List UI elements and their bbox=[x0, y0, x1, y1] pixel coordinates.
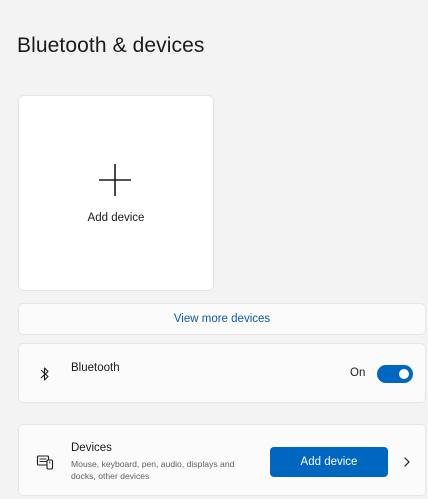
page-title: Bluetooth & devices bbox=[17, 34, 205, 57]
chevron-right-icon[interactable] bbox=[402, 456, 412, 468]
plus-icon bbox=[97, 162, 133, 198]
devices-subtitle: Mouse, keyboard, pen, audio, displays an… bbox=[71, 459, 235, 481]
bluetooth-icon bbox=[36, 365, 54, 383]
devices-title: Devices bbox=[71, 442, 112, 454]
bluetooth-toggle-label: On bbox=[350, 367, 366, 379]
add-device-tile-label: Add device bbox=[87, 212, 145, 224]
view-more-devices-button[interactable]: View more devices bbox=[18, 303, 426, 335]
settings-page: Bluetooth & devices Add device View more… bbox=[0, 0, 428, 499]
view-more-devices-label: View more devices bbox=[173, 313, 271, 325]
bluetooth-title: Bluetooth bbox=[71, 362, 120, 374]
add-device-button-label: Add device bbox=[300, 456, 358, 468]
add-device-button[interactable]: Add device bbox=[270, 447, 388, 477]
toggle-knob bbox=[399, 369, 409, 379]
devices-icon bbox=[36, 453, 54, 471]
devices-row[interactable]: Devices Mouse, keyboard, pen, audio, dis… bbox=[18, 424, 426, 496]
bluetooth-row: Bluetooth On bbox=[18, 343, 426, 403]
bluetooth-toggle[interactable] bbox=[377, 365, 413, 383]
